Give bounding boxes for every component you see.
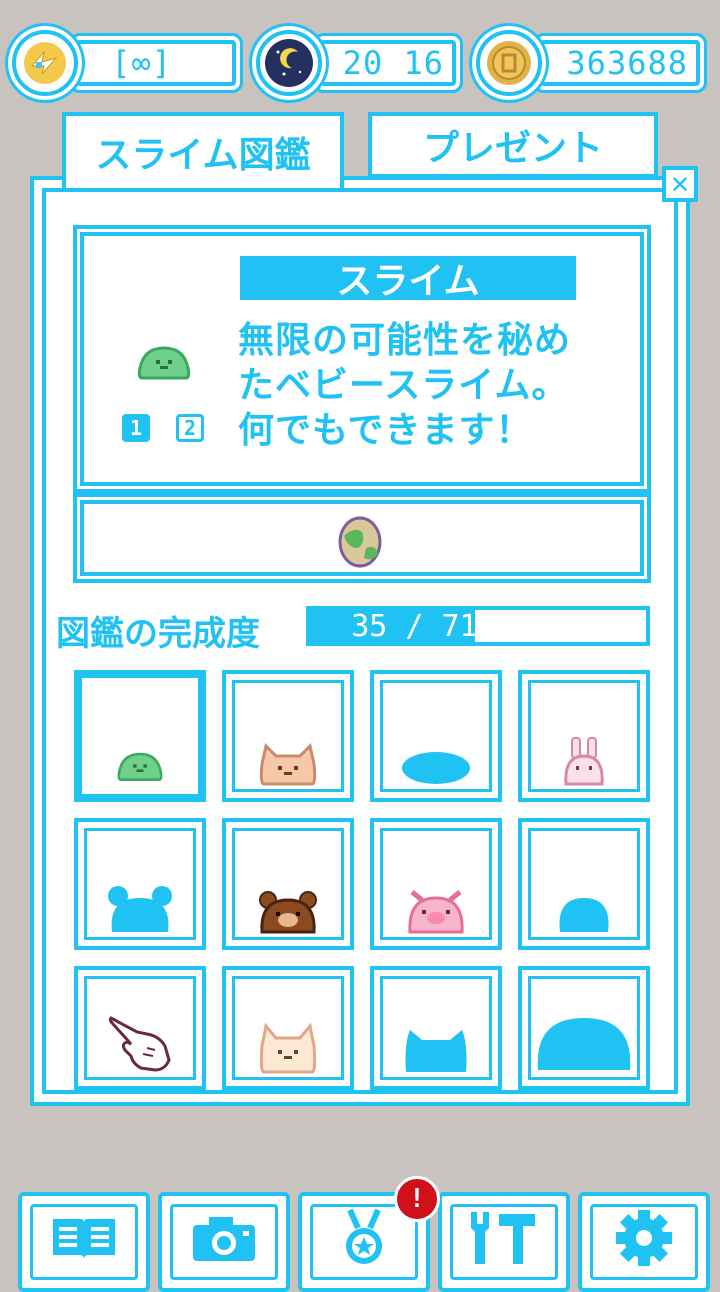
coin-value: 363688 (566, 44, 688, 82)
nav-camera-button[interactable] (158, 1192, 290, 1292)
earth-egg-icon (336, 514, 384, 572)
description-line-3: 何でもできます！ (238, 410, 533, 451)
lightning-bird-icon (12, 30, 78, 96)
green-slime-icon (116, 750, 164, 782)
tools-icon (469, 1210, 539, 1270)
tab-slime-encyclopedia-label: スライム図鑑 (95, 135, 311, 176)
bear-slime-icon (258, 890, 318, 934)
description-line-2: たベビースライム。 (238, 365, 569, 406)
close-button[interactable]: ✕ (662, 166, 698, 202)
nav-tools-button[interactable] (438, 1192, 570, 1292)
slime-description: 無限の可能性を秘め たベビースライム。 何でもできます！ (238, 318, 618, 453)
unknown-big-slime-icon (534, 1012, 634, 1074)
notification-badge: ! (394, 1176, 440, 1222)
tab-present-label: プレゼント (422, 128, 603, 169)
slime-grid-cell[interactable] (518, 670, 650, 802)
medal-icon (334, 1208, 394, 1272)
completion-label: 図鑑の完成度 (56, 614, 260, 654)
cat-slime-icon (258, 742, 318, 786)
description-line-1: 無限の可能性を秘め (238, 320, 572, 361)
slime-grid-cell[interactable] (518, 966, 650, 1090)
tab-present[interactable]: プレゼント (368, 112, 658, 178)
coin-icon (476, 30, 542, 96)
unknown-bear-silhouette-icon (106, 884, 174, 934)
unknown-round-slime-icon (556, 894, 612, 934)
unknown-cat-silhouette-icon (402, 1024, 470, 1074)
book-icon (49, 1213, 119, 1267)
slime-name: スライム (240, 256, 576, 302)
pointing-hand-icon (107, 1010, 173, 1074)
unknown-flat-slime-icon (400, 750, 472, 786)
tab-slime-encyclopedia[interactable]: スライム図鑑 (62, 112, 344, 188)
slime-grid-cell[interactable] (74, 966, 206, 1090)
nav-settings-button[interactable] (578, 1192, 710, 1292)
night-moon-icon (256, 30, 322, 96)
slime-grid-cell[interactable] (222, 818, 354, 950)
time-counter: 20 16 (320, 40, 456, 86)
completion-progress-bar: 35 / 71 (49%) (306, 606, 650, 646)
slime-grid-cell[interactable] (222, 670, 354, 802)
settings-gear-icon (614, 1208, 674, 1272)
slime-grid-cell[interactable] (370, 670, 502, 802)
page-1-label: 1 (129, 416, 143, 440)
coin-counter: 363688 (540, 40, 700, 86)
energy-counter: [∞] (76, 40, 236, 86)
page-2-button[interactable]: 2 (176, 414, 204, 442)
completion-progress-text: 35 / 71 (49%) (351, 608, 586, 644)
slime-grid-cell[interactable] (518, 818, 650, 950)
page-1-button[interactable]: 1 (122, 414, 150, 442)
slime-grid-cell[interactable] (74, 670, 206, 802)
page-2-label: 2 (183, 416, 197, 440)
close-icon: ✕ (670, 166, 690, 201)
rabbit-slime-icon (562, 736, 606, 786)
slime-grid-cell[interactable] (74, 818, 206, 950)
nav-encyclopedia-button[interactable] (18, 1192, 150, 1292)
slime-grid-cell[interactable] (370, 818, 502, 950)
energy-value: [∞] (111, 44, 172, 82)
time-value: 20 16 (342, 44, 444, 82)
camera-icon (189, 1213, 259, 1267)
slime-grid-cell[interactable] (370, 966, 502, 1090)
slime-grid-cell[interactable] (222, 966, 354, 1090)
green-slime-icon (136, 344, 192, 384)
cream-cat-slime-icon (258, 1022, 318, 1074)
pig-slime-icon (406, 888, 466, 934)
